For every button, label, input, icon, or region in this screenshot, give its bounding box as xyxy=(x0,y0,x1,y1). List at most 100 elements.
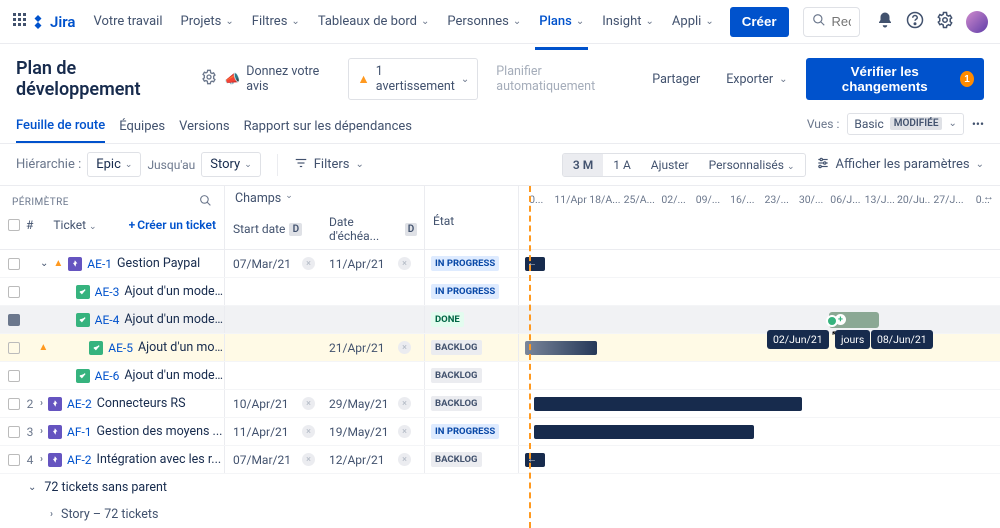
view-select[interactable]: BasicMODIFIÉE⌄ xyxy=(847,113,963,135)
no-parent-group[interactable]: ⌄72 tickets sans parent xyxy=(0,474,1000,501)
due-date[interactable]: 12/Apr/21× xyxy=(321,446,417,473)
timeline-cell[interactable]: +02/Jun/21↖jours08/Jun/21 xyxy=(519,306,1000,333)
due-date[interactable]: 19/May/21× xyxy=(321,418,417,445)
jira-logo[interactable]: Jira xyxy=(30,13,75,31)
status-badge[interactable]: IN PROGRESS xyxy=(431,284,499,299)
help-icon[interactable] xyxy=(906,11,924,33)
warnings-button[interactable]: ▲1 avertissement⌄ xyxy=(348,58,478,100)
row-checkbox[interactable] xyxy=(8,370,20,382)
create-ticket-button[interactable]: + Créer un ticket xyxy=(129,218,216,232)
notifications-icon[interactable] xyxy=(876,11,894,33)
issue-key[interactable]: AE-6 xyxy=(95,369,120,383)
due-date[interactable]: 29/May/21× xyxy=(321,390,417,417)
search-box[interactable] xyxy=(803,7,860,37)
show-settings-button[interactable]: Afficher les paramètres⌄ xyxy=(816,156,984,174)
expand-caret[interactable]: › xyxy=(40,454,43,465)
settings-icon[interactable] xyxy=(936,11,954,33)
select-all-checkbox[interactable] xyxy=(8,219,20,231)
nav-dashboards[interactable]: Tableaux de bord⌄ xyxy=(310,7,438,37)
clear-icon[interactable]: × xyxy=(398,397,411,410)
timeline-cell[interactable] xyxy=(519,278,1000,305)
start-date[interactable]: 07/Mar/21× xyxy=(225,446,321,473)
nav-your-work[interactable]: Votre travail xyxy=(85,7,170,37)
feedback-button[interactable]: 📣Donnez votre avis xyxy=(217,59,339,99)
due-date[interactable] xyxy=(321,362,417,389)
tab-dependencies[interactable]: Rapport sur les dépendances xyxy=(244,111,412,142)
expand-caret[interactable]: › xyxy=(40,426,43,437)
plan-settings-icon[interactable] xyxy=(201,69,217,90)
gantt-bar[interactable] xyxy=(525,257,545,271)
add-handle[interactable] xyxy=(826,315,838,327)
nav-projects[interactable]: Projets⌄ xyxy=(173,7,242,37)
status-badge[interactable]: BACKLOG xyxy=(431,452,482,467)
issue-key[interactable]: AE-1 xyxy=(87,257,112,271)
scope-search-icon[interactable] xyxy=(199,194,212,210)
clear-icon[interactable]: × xyxy=(398,425,411,438)
range-fit[interactable]: Ajuster xyxy=(641,154,699,176)
due-date[interactable]: 11/Apr/21× xyxy=(321,250,417,277)
table-row[interactable]: ⌄▲AE-1Gestion Paypal07/Mar/21×11/Apr/21×… xyxy=(0,250,1000,278)
startdate-header[interactable]: Start dateD xyxy=(225,215,321,243)
row-checkbox[interactable] xyxy=(8,454,20,466)
gantt-bar[interactable] xyxy=(525,341,597,355)
tab-teams[interactable]: Équipes xyxy=(119,111,165,142)
gantt-bar[interactable] xyxy=(534,425,754,439)
clear-icon[interactable]: × xyxy=(398,341,411,354)
row-checkbox[interactable] xyxy=(8,314,20,326)
timeline-collapse[interactable]: ↔ xyxy=(425,186,518,210)
clear-icon[interactable]: × xyxy=(302,425,315,438)
status-badge[interactable]: IN PROGRESS xyxy=(431,256,499,271)
timeline-cell[interactable] xyxy=(519,250,1000,277)
row-checkbox[interactable] xyxy=(8,342,20,354)
table-row[interactable]: AE-4Ajout d'un mode ...DONE+02/Jun/21↖jo… xyxy=(0,306,1000,334)
story-group[interactable]: ›Story – 72 tickets xyxy=(0,501,1000,528)
due-date[interactable]: 21/Apr/21× xyxy=(321,334,417,361)
gantt-bar[interactable] xyxy=(525,453,545,467)
clear-icon[interactable]: × xyxy=(302,257,315,270)
clear-icon[interactable]: × xyxy=(302,453,315,466)
due-date[interactable] xyxy=(321,306,417,333)
timeline-cell[interactable] xyxy=(519,390,1000,417)
share-button[interactable]: Partager xyxy=(644,67,708,92)
start-date[interactable] xyxy=(225,306,321,333)
status-badge[interactable]: DONE xyxy=(431,312,464,327)
nav-plans[interactable]: Plans⌄ xyxy=(531,7,592,37)
start-date[interactable] xyxy=(225,278,321,305)
clear-icon[interactable]: × xyxy=(398,453,411,466)
start-date[interactable]: 10/Apr/21× xyxy=(225,390,321,417)
row-checkbox[interactable] xyxy=(8,286,20,298)
autoplan-button[interactable]: Planifier automatiquement xyxy=(488,59,634,99)
issue-key[interactable]: AE-3 xyxy=(95,285,120,299)
issue-key[interactable]: AE-2 xyxy=(67,397,92,411)
search-input[interactable] xyxy=(832,14,851,29)
gantt-bar[interactable] xyxy=(534,397,802,411)
app-switcher-icon[interactable] xyxy=(12,12,28,32)
more-icon[interactable]: ••• xyxy=(972,117,984,131)
status-badge[interactable]: IN PROGRESS xyxy=(431,424,499,439)
range-custom[interactable]: Personnalisés ⌄ xyxy=(699,154,805,176)
range-1y[interactable]: 1 A xyxy=(603,154,641,176)
table-row[interactable]: 3›AF-1Gestion des moyens ...11/Apr/21×19… xyxy=(0,418,1000,446)
table-row[interactable]: ▲AE-5Ajout d'un mode ...21/Apr/21×BACKLO… xyxy=(0,334,1000,362)
row-checkbox[interactable] xyxy=(8,426,20,438)
table-row[interactable]: 2›AE-2Connecteurs RS10/Apr/21×29/May/21×… xyxy=(0,390,1000,418)
issue-key[interactable]: AE-4 xyxy=(95,313,120,327)
duedate-header[interactable]: Date d'échéa...D xyxy=(321,215,417,243)
clear-icon[interactable]: × xyxy=(398,257,411,270)
nav-people[interactable]: Personnes⌄ xyxy=(439,7,529,37)
expand-caret[interactable]: › xyxy=(40,398,43,409)
timeline-cell[interactable] xyxy=(519,334,1000,361)
start-date[interactable]: 11/Apr/21× xyxy=(225,418,321,445)
start-date[interactable] xyxy=(225,334,321,361)
timeline-cell[interactable] xyxy=(519,362,1000,389)
export-button[interactable]: Exporter⌄ xyxy=(718,67,795,92)
timeline-cell[interactable] xyxy=(519,446,1000,473)
issue-key[interactable]: AF-2 xyxy=(67,453,92,467)
nav-insight[interactable]: Insight⌄ xyxy=(594,7,662,37)
start-date[interactable]: 07/Mar/21× xyxy=(225,250,321,277)
tab-roadmap[interactable]: Feuille de route xyxy=(16,110,105,143)
table-row[interactable]: AE-3Ajout d'un mode ...IN PROGRESS xyxy=(0,278,1000,306)
tab-versions[interactable]: Versions xyxy=(179,111,229,142)
range-3m[interactable]: 3 M xyxy=(563,154,603,176)
review-changes-button[interactable]: Vérifier les changements1 xyxy=(806,58,984,100)
